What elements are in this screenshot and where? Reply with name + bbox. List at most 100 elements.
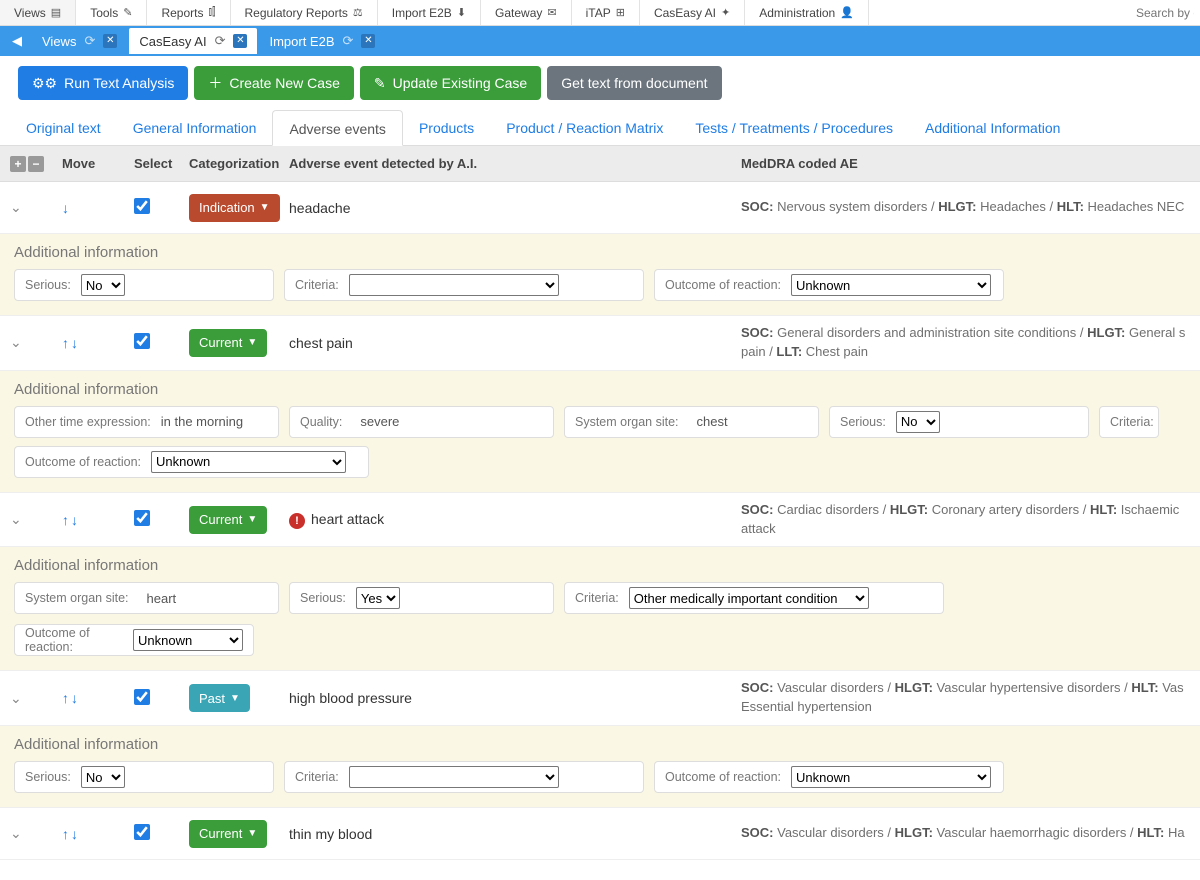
- tab-caseasy-ai[interactable]: CasEasy AI⟳✕: [129, 28, 257, 54]
- refresh-icon[interactable]: ⟳: [215, 33, 226, 49]
- subtab-tests-treatments-procedures[interactable]: Tests / Treatments / Procedures: [679, 110, 909, 145]
- subtab-adverse-events[interactable]: Adverse events: [272, 110, 403, 146]
- field-value: in the morning: [161, 414, 243, 429]
- move-down-icon[interactable]: ↓: [71, 512, 78, 528]
- menu-import-e2b[interactable]: Import E2B⬇: [378, 0, 481, 25]
- move-up-icon[interactable]: ↑: [62, 826, 69, 842]
- section-tabs: Original textGeneral InformationAdverse …: [0, 110, 1200, 146]
- menu-glyph-icon: ✎: [123, 6, 132, 19]
- select[interactable]: Unknown: [151, 451, 346, 473]
- panel-field: Criteria:: [284, 761, 644, 793]
- select-checkbox[interactable]: [134, 333, 150, 349]
- additional-info-panel: Additional informationSerious:NoYesCrite…: [0, 234, 1200, 316]
- chevron-down-icon[interactable]: ⌄: [10, 825, 22, 842]
- select[interactable]: NoYes: [81, 274, 125, 296]
- field-label: Outcome of reaction:: [25, 455, 141, 469]
- move-up-icon[interactable]: ↑: [62, 512, 69, 528]
- refresh-icon[interactable]: ⟳: [84, 33, 95, 49]
- menu-gateway[interactable]: Gateway✉: [481, 0, 572, 25]
- create-new-case-button[interactable]: ＋ Create New Case: [194, 66, 354, 100]
- subtab-products[interactable]: Products: [403, 110, 490, 145]
- panel-field: Criteria:: [1099, 406, 1159, 438]
- menu-glyph-icon: ✦: [721, 6, 730, 19]
- col-select: Select: [134, 156, 189, 171]
- move-up-icon[interactable]: ↑: [62, 335, 69, 351]
- panel-title: Additional information: [14, 381, 1186, 398]
- select[interactable]: NoYes: [81, 766, 125, 788]
- update-existing-case-button[interactable]: ✎ Update Existing Case: [360, 66, 541, 100]
- tab-import-e2b[interactable]: Import E2B⟳✕: [259, 28, 385, 54]
- collapse-all-button[interactable]: −: [28, 156, 44, 172]
- menu-tools[interactable]: Tools✎: [76, 0, 147, 25]
- categorization-dropdown[interactable]: Current ▼: [189, 329, 267, 357]
- select[interactable]: Unknown: [133, 629, 243, 651]
- workspace-tabstrip: ◀ Views⟳✕CasEasy AI⟳✕Import E2B⟳✕: [0, 26, 1200, 56]
- panel-title: Additional information: [14, 557, 1186, 574]
- ae-text: high blood pressure: [289, 690, 412, 706]
- close-icon[interactable]: ✕: [103, 34, 117, 48]
- select[interactable]: Other medically important condition: [629, 587, 869, 609]
- panel-title: Additional information: [14, 736, 1186, 753]
- move-down-icon[interactable]: ↓: [62, 200, 69, 216]
- move-down-icon[interactable]: ↓: [71, 335, 78, 351]
- select-checkbox[interactable]: [134, 824, 150, 840]
- field-value: chest: [697, 414, 728, 429]
- panel-field: Serious:NoYes: [14, 761, 274, 793]
- panel-field: Other time expression:in the morning: [14, 406, 279, 438]
- select-checkbox[interactable]: [134, 510, 150, 526]
- categorization-dropdown[interactable]: Current ▼: [189, 820, 267, 848]
- subtab-additional-information[interactable]: Additional Information: [909, 110, 1076, 145]
- expand-all-button[interactable]: +: [10, 156, 26, 172]
- select[interactable]: NoYes: [356, 587, 400, 609]
- subtab-general-information[interactable]: General Information: [117, 110, 273, 145]
- tab-views[interactable]: Views⟳✕: [32, 28, 127, 54]
- chevron-down-icon[interactable]: ⌄: [10, 199, 22, 216]
- gears-icon: ⚙⚙: [32, 75, 57, 92]
- select[interactable]: Unknown: [791, 766, 991, 788]
- table-row: ⌄↑↓Current ▼!heart attackSOC: Cardiac di…: [0, 493, 1200, 548]
- tab-nav-left-icon[interactable]: ◀: [4, 33, 30, 49]
- select-checkbox[interactable]: [134, 198, 150, 214]
- panel-field: Serious:NoYes: [829, 406, 1089, 438]
- subtab-product-reaction-matrix[interactable]: Product / Reaction Matrix: [490, 110, 679, 145]
- close-icon[interactable]: ✕: [233, 34, 247, 48]
- menu-glyph-icon: ✉: [547, 6, 556, 19]
- menu-glyph-icon: ⬇: [457, 6, 466, 19]
- move-down-icon[interactable]: ↓: [71, 690, 78, 706]
- field-label: System organ site:: [25, 591, 129, 605]
- run-text-analysis-button[interactable]: ⚙⚙ Run Text Analysis: [18, 66, 188, 100]
- menu-views[interactable]: Views▤: [0, 0, 76, 25]
- select[interactable]: NoYes: [896, 411, 940, 433]
- move-up-icon[interactable]: ↑: [62, 690, 69, 706]
- meddra-text: SOC: General disorders and administratio…: [741, 324, 1190, 362]
- categorization-dropdown[interactable]: Past ▼: [189, 684, 250, 712]
- select[interactable]: [349, 766, 559, 788]
- menu-regulatory-reports[interactable]: Regulatory Reports⚖: [231, 0, 378, 25]
- chevron-down-icon[interactable]: ⌄: [10, 690, 22, 707]
- additional-info-panel: Additional information System organ site:…: [0, 547, 1200, 671]
- menu-itap[interactable]: iTAP⊞: [572, 0, 640, 25]
- select-checkbox[interactable]: [134, 689, 150, 705]
- subtab-original-text[interactable]: Original text: [10, 110, 117, 145]
- categorization-dropdown[interactable]: Indication ▼: [189, 194, 280, 222]
- select[interactable]: [349, 274, 559, 296]
- categorization-dropdown[interactable]: Current ▼: [189, 506, 267, 534]
- menu-administration[interactable]: Administration👤: [745, 0, 869, 25]
- close-icon[interactable]: ✕: [361, 34, 375, 48]
- chevron-down-icon[interactable]: ⌄: [10, 511, 22, 528]
- col-ae-detected: Adverse event detected by A.I.: [289, 156, 741, 171]
- field-label: Outcome of reaction:: [665, 770, 781, 784]
- menu-caseasy-ai[interactable]: CasEasy AI✦: [640, 0, 745, 25]
- field-label: Outcome of reaction:: [665, 278, 781, 292]
- move-down-icon[interactable]: ↓: [71, 826, 78, 842]
- select[interactable]: Unknown: [791, 274, 991, 296]
- get-text-button[interactable]: Get text from document: [547, 66, 721, 100]
- search-input[interactable]: [1130, 0, 1200, 25]
- refresh-icon[interactable]: ⟳: [343, 33, 354, 49]
- panel-field: System organ site:heart: [14, 582, 279, 614]
- chevron-down-icon[interactable]: ⌄: [10, 334, 22, 351]
- menu-reports[interactable]: Reports⫾⫿: [147, 0, 230, 25]
- col-move: Move: [62, 156, 134, 171]
- action-bar: ⚙⚙ Run Text Analysis ＋ Create New Case ✎…: [0, 56, 1200, 110]
- caret-down-icon: ▼: [260, 202, 270, 213]
